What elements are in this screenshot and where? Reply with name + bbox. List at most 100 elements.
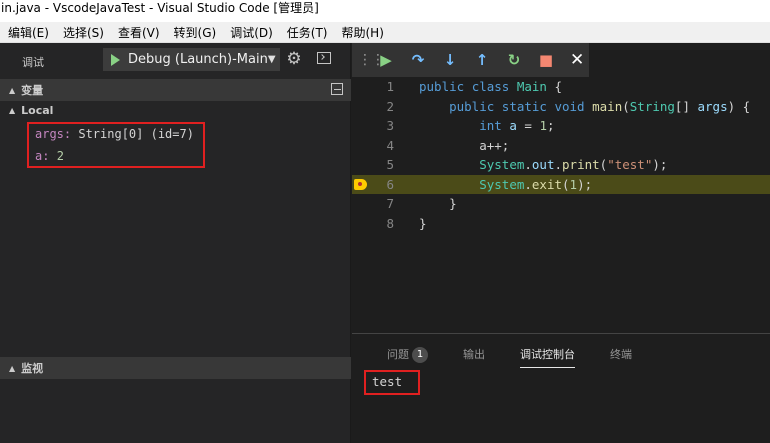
stop-icon[interactable]: ■ xyxy=(530,46,562,74)
code-line[interactable]: 1 public class Main { xyxy=(352,77,770,97)
code-token: } xyxy=(419,215,427,231)
line-number: 7 xyxy=(386,196,394,211)
restart-icon[interactable]: ↻ xyxy=(498,46,530,74)
code-text: a++; xyxy=(419,136,509,156)
debug-view-title: 调试 xyxy=(22,56,44,69)
code-token: public xyxy=(419,79,472,94)
code-line[interactable]: 3 int a = 1; xyxy=(352,116,770,136)
step-into-icon[interactable]: ↓ xyxy=(434,46,466,74)
window-title: in.java - VscodeJavaTest - Visual Studio… xyxy=(0,0,770,22)
problems-count-badge: 1 xyxy=(412,347,428,363)
continue-icon[interactable]: ▶ xyxy=(370,46,402,74)
variable-value: String[0] (id=7) xyxy=(78,127,194,141)
code-token: System xyxy=(479,176,525,192)
menu-item[interactable]: 选择(S) xyxy=(63,24,104,41)
code-token: 1 xyxy=(569,176,578,192)
tab-terminal[interactable]: 终端 xyxy=(610,342,632,368)
code-line[interactable]: 4 a++; xyxy=(352,136,770,156)
code-token: ; xyxy=(546,118,555,133)
code-token: a xyxy=(509,118,517,133)
close-icon[interactable]: ✕ xyxy=(570,50,584,70)
chevron-down-icon[interactable]: ▼ xyxy=(268,54,276,65)
local-scope-label: Local xyxy=(21,104,54,117)
code-token: a++; xyxy=(419,137,510,153)
watch-section-header[interactable]: ▲ 监视 xyxy=(0,357,351,379)
line-number: 3 xyxy=(386,118,394,133)
menu-item[interactable]: 帮助(H) xyxy=(342,24,384,41)
code-token: ) { xyxy=(727,98,751,114)
code-text: public class Main { xyxy=(419,77,562,97)
variables-highlight-box: args: String[0] (id=7) a: 2 xyxy=(27,122,205,168)
current-line-arrow-icon xyxy=(354,178,367,190)
code-line[interactable]: 2 public static void main(String[] args)… xyxy=(352,97,770,117)
variable-name: a: xyxy=(35,149,50,163)
code-text: } xyxy=(419,194,457,214)
debug-action-bar: ⋮⋮ ▶ ↷ ↓ ↑ ↻ ■ ✕ xyxy=(352,43,589,77)
code-text: System.out.print("test"); xyxy=(419,155,667,175)
code-line[interactable]: 8} xyxy=(352,214,770,234)
variable-row-a[interactable]: a: 2 xyxy=(35,149,64,163)
code-token: . xyxy=(524,176,532,192)
start-debug-icon[interactable] xyxy=(111,53,120,66)
step-over-icon[interactable]: ↷ xyxy=(402,46,434,74)
code-token: String xyxy=(629,98,675,114)
drag-handle-icon[interactable]: ⋮⋮ xyxy=(358,53,385,67)
variable-value: 2 xyxy=(56,149,64,163)
code-token: public xyxy=(449,98,502,114)
code-token: args xyxy=(697,98,728,114)
gear-icon[interactable]: ⚙ xyxy=(285,50,303,68)
code-text: public static void main(String[] args) { xyxy=(419,97,750,117)
tab-output[interactable]: 输出 xyxy=(463,342,485,368)
variables-section-header[interactable]: ▲ 变量 xyxy=(0,79,351,101)
menu-item[interactable]: 调试(D) xyxy=(230,24,273,41)
open-console-icon[interactable] xyxy=(317,52,331,64)
tab-label: 问题 xyxy=(387,348,409,361)
line-number: 6 xyxy=(386,176,394,192)
variable-name: args: xyxy=(35,127,72,141)
tab-debug-console[interactable]: 调试控制台 xyxy=(520,342,575,368)
menu-item[interactable]: 任务(T) xyxy=(287,24,328,41)
code-token: static xyxy=(501,98,555,114)
bottom-panel: 问题 1 输出 调试控制台 终端 test xyxy=(352,333,770,443)
code-token: 1 xyxy=(539,118,547,133)
variables-section-label: 变量 xyxy=(21,84,44,97)
debug-config-select[interactable]: Debug (Launch)-Main ▼ xyxy=(103,48,280,71)
menu-item[interactable]: 转到(G) xyxy=(174,24,217,41)
menu-bar: 编辑(E) 选择(S) 查看(V) 转到(G) 调试(D) 任务(T) 帮助(H) xyxy=(0,22,770,43)
line-number: 5 xyxy=(386,157,394,172)
code-token: System xyxy=(479,157,525,172)
code-line[interactable]: 5 System.out.print("test"); xyxy=(352,155,770,175)
expanded-triangle-icon: ▲ xyxy=(9,363,16,373)
code-token: . xyxy=(524,157,532,172)
code-line[interactable]: 6 System.exit(1); xyxy=(352,174,770,195)
tab-problems[interactable]: 问题 1 xyxy=(387,342,428,368)
code-token: Main xyxy=(516,79,547,94)
variable-row-args[interactable]: args: String[0] (id=7) xyxy=(35,127,194,141)
line-number: 1 xyxy=(386,79,394,94)
code-token: out xyxy=(531,157,555,172)
code-token: exit xyxy=(531,176,563,192)
code-line[interactable]: 7 } xyxy=(352,194,770,214)
code-token: { xyxy=(546,79,563,94)
collapse-all-icon[interactable] xyxy=(331,83,343,95)
code-token: void xyxy=(554,98,593,114)
code-token: int xyxy=(479,118,510,133)
code-text: System.exit(1); xyxy=(419,175,592,195)
code-editor[interactable]: 1 public class Main {2 public static void… xyxy=(352,77,770,233)
code-token: ); xyxy=(652,157,668,172)
code-token: . xyxy=(554,157,563,172)
line-number: 4 xyxy=(386,137,394,153)
debug-config-label: Debug (Launch)-Main xyxy=(128,52,268,67)
code-token: main xyxy=(592,98,623,114)
menu-item[interactable]: 编辑(E) xyxy=(8,24,49,41)
local-scope-header[interactable]: ▲ Local xyxy=(0,101,351,120)
code-token: class xyxy=(471,79,517,94)
step-out-icon[interactable]: ↑ xyxy=(466,46,498,74)
console-output: test xyxy=(364,370,420,395)
code-token: ( xyxy=(562,176,570,192)
menu-item[interactable]: 查看(V) xyxy=(118,24,160,41)
debug-sidebar: 调试 Debug (Launch)-Main ▼ ⚙ ▲ 变量 ▲ Local … xyxy=(0,43,351,443)
